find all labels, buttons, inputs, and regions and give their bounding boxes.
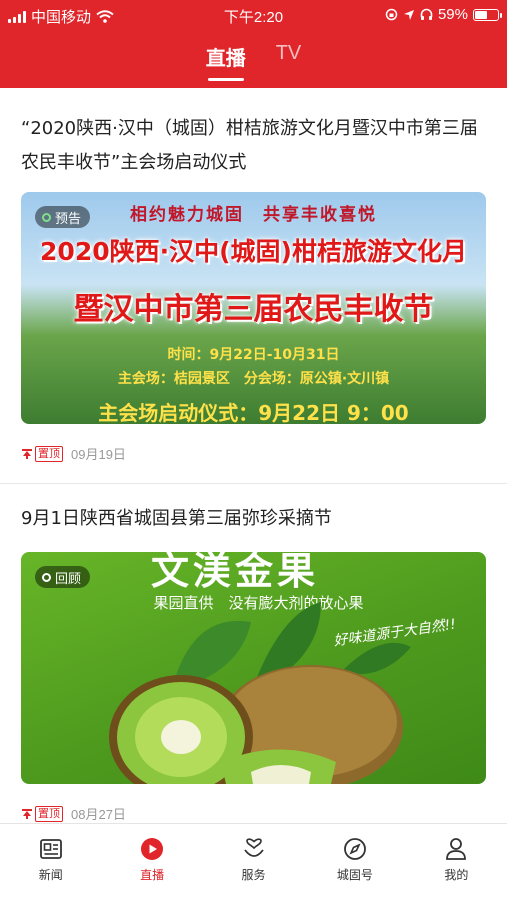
lock-rotation-icon xyxy=(385,8,398,21)
poster-slogan: 相约魅力城固 共享丰收喜悦 xyxy=(130,205,377,225)
pinned-label: 置顶 xyxy=(35,805,63,822)
card-date: 08月27日 xyxy=(71,807,126,822)
tabbar-label: 城固号 xyxy=(336,868,373,882)
newspaper-icon xyxy=(39,839,62,859)
compass-icon xyxy=(344,838,366,860)
headphones-icon xyxy=(420,8,433,20)
tabbar-item-mine[interactable]: 我的 xyxy=(406,824,507,900)
card-meta: 置顶 09月19日 xyxy=(21,444,486,463)
kiwi-image xyxy=(109,602,411,784)
card-thumbnail[interactable]: 文渼金果 果园直供 没有膨大剂的放心果 好味道源于大自然!! 回顾 xyxy=(21,552,486,784)
tabbar-label: 我的 xyxy=(444,868,469,882)
app-header: 中国移动 下午2:20 59% 直播 TV xyxy=(0,0,507,88)
tabbar-label: 直播 xyxy=(140,868,165,882)
tab-tv[interactable]: TV xyxy=(276,42,302,81)
person-icon xyxy=(446,838,467,860)
live-feed[interactable]: “2020陕西·汉中（城固）柑桔旅游文化月暨汉中市第三届农民丰收节”主会场启动仪… xyxy=(0,88,507,823)
status-badge: 回顾 xyxy=(35,566,91,588)
badge-dot-icon xyxy=(42,212,51,222)
pin-icon xyxy=(22,808,32,819)
card-thumbnail[interactable]: 相约魅力城固 共享丰收喜悦 2020陕西·汉中(城固)柑桔旅游文化月 暨汉中市第… xyxy=(21,192,486,424)
tabbar-item-live[interactable]: 直播 xyxy=(101,824,202,900)
poster-ceremony: 主会场启动仪式：9月22日 9：00 xyxy=(98,401,409,424)
pin-icon xyxy=(22,448,32,459)
feed-card[interactable]: “2020陕西·汉中（城固）柑桔旅游文化月暨汉中市第三届农民丰收节”主会场启动仪… xyxy=(0,88,507,463)
status-bar: 中国移动 下午2:20 59% xyxy=(0,0,507,30)
poster-time: 时间：9月22日-10月31日 xyxy=(167,347,340,363)
tabbar-item-chenggu-account[interactable]: 城固号 xyxy=(304,824,405,900)
badge-label: 预告 xyxy=(55,211,82,227)
pinned-tag: 置顶 xyxy=(21,445,63,462)
badge-label: 回顾 xyxy=(55,571,82,587)
battery-percent: 59% xyxy=(437,6,468,23)
top-tab-bar: 直播 TV xyxy=(0,42,507,81)
status-badge: 预告 xyxy=(35,206,91,228)
tabbar-label: 服务 xyxy=(241,868,266,882)
poster-venues: 主会场：桔园景区 分会场：原公镇·文川镇 xyxy=(117,371,390,387)
badge-dot-icon xyxy=(42,572,51,582)
card-title[interactable]: “2020陕西·汉中（城固）柑桔旅游文化月暨汉中市第三届农民丰收节”主会场启动仪… xyxy=(21,112,486,180)
card-meta: 置顶 08月27日 xyxy=(21,804,486,823)
bottom-tab-bar: 新闻 直播 服务 城固号 我的 xyxy=(0,823,507,900)
tabbar-item-services[interactable]: 服务 xyxy=(203,824,304,900)
card-title[interactable]: 9月1日陕西省城固县第三届弥珍采摘节 xyxy=(21,502,486,536)
tab-live[interactable]: 直播 xyxy=(206,42,246,81)
card-date: 09月19日 xyxy=(71,447,126,462)
feed-card[interactable]: 9月1日陕西省城固县第三届弥珍采摘节 文渼金果 果园直供 没有膨大剂的放心果 好… xyxy=(0,484,507,823)
location-icon xyxy=(403,9,414,20)
tabbar-item-news[interactable]: 新闻 xyxy=(0,824,101,900)
tabbar-label: 新闻 xyxy=(38,868,63,882)
poster-headline-1: 2020陕西·汉中(城固)柑桔旅游文化月 xyxy=(40,237,467,266)
battery-icon xyxy=(473,8,502,21)
pinned-tag: 置顶 xyxy=(21,805,63,822)
poster-headline-2: 暨汉中市第三届农民丰收节 xyxy=(73,292,434,327)
pinned-label: 置顶 xyxy=(35,445,63,462)
heart-hand-icon xyxy=(243,838,264,857)
play-circle-icon xyxy=(141,838,164,860)
